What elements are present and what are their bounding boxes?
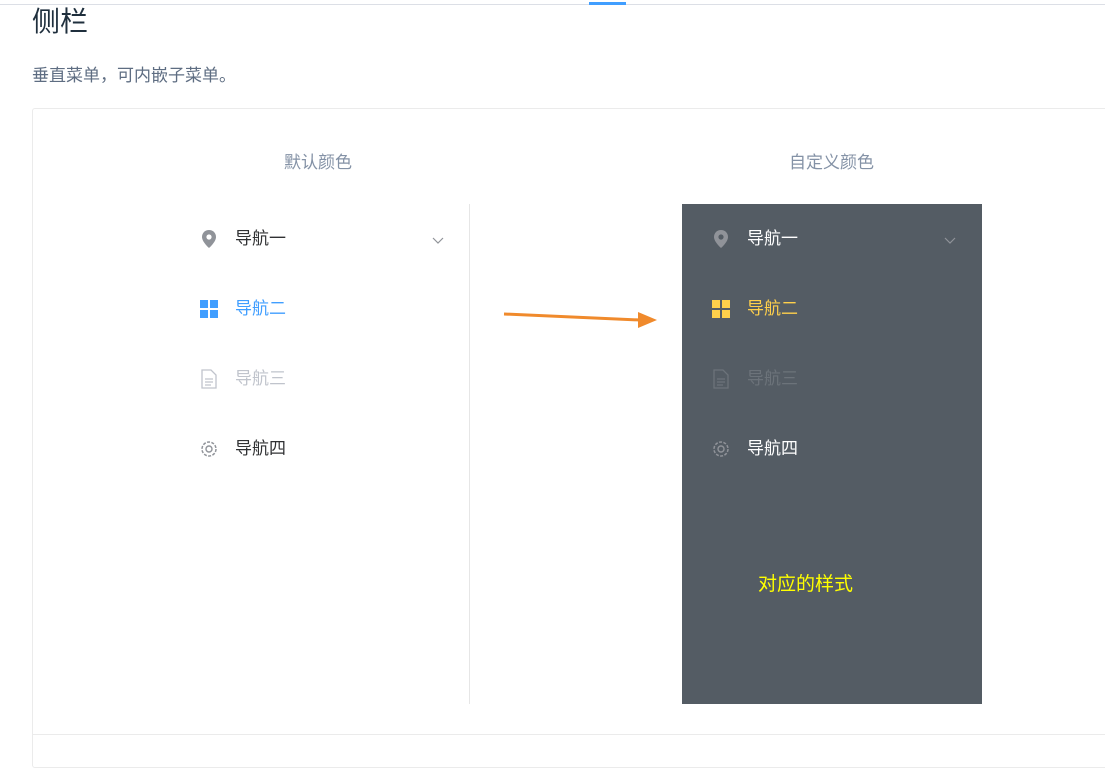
custom-menu-item-nav4[interactable]: 导航四 [682, 414, 982, 484]
default-menu-item-nav4[interactable]: 导航四 [170, 414, 470, 484]
default-menu: 导航一 导航二 导航三 导航四 [170, 204, 470, 704]
location-icon [198, 228, 220, 250]
menu-item-label: 导航二 [747, 299, 798, 319]
custom-menu-item-nav3: 导航三 [682, 344, 982, 414]
location-icon [710, 228, 732, 250]
chevron-down-icon [944, 231, 956, 244]
top-divider [0, 4, 1105, 5]
document-icon [710, 368, 732, 390]
menu-item-label: 导航二 [235, 299, 286, 319]
page-description: 垂直菜单，可内嵌子菜单。 [32, 66, 236, 86]
setting-icon [710, 438, 732, 460]
orange-arrow [503, 312, 657, 328]
page-title: 侧栏 [32, 5, 89, 38]
document-icon [198, 368, 220, 390]
menu-grid-icon [198, 298, 220, 320]
demo-footer-divider [33, 734, 1105, 735]
menu-item-label: 导航三 [235, 369, 286, 389]
menu-item-label: 导航一 [747, 229, 798, 249]
default-color-title: 默认颜色 [284, 153, 352, 173]
custom-menu-item-nav2[interactable]: 导航二 [682, 274, 982, 344]
menu-item-label: 导航四 [747, 439, 798, 459]
custom-menu-item-nav1[interactable]: 导航一 [682, 204, 982, 274]
menu-item-label: 导航一 [235, 229, 286, 249]
menu-item-label: 导航三 [747, 369, 798, 389]
setting-icon [198, 438, 220, 460]
custom-menu: 导航一 导航二 导航三 导航四 [682, 204, 982, 704]
custom-color-title: 自定义颜色 [789, 153, 874, 173]
menu-item-label: 导航四 [235, 439, 286, 459]
annotation-text: 对应的样式 [758, 573, 854, 595]
default-menu-item-nav1[interactable]: 导航一 [170, 204, 470, 274]
default-menu-item-nav2[interactable]: 导航二 [170, 274, 470, 344]
chevron-down-icon [432, 231, 444, 244]
menu-grid-icon [710, 298, 732, 320]
default-menu-item-nav3: 导航三 [170, 344, 470, 414]
active-tab-indicator [589, 2, 626, 5]
